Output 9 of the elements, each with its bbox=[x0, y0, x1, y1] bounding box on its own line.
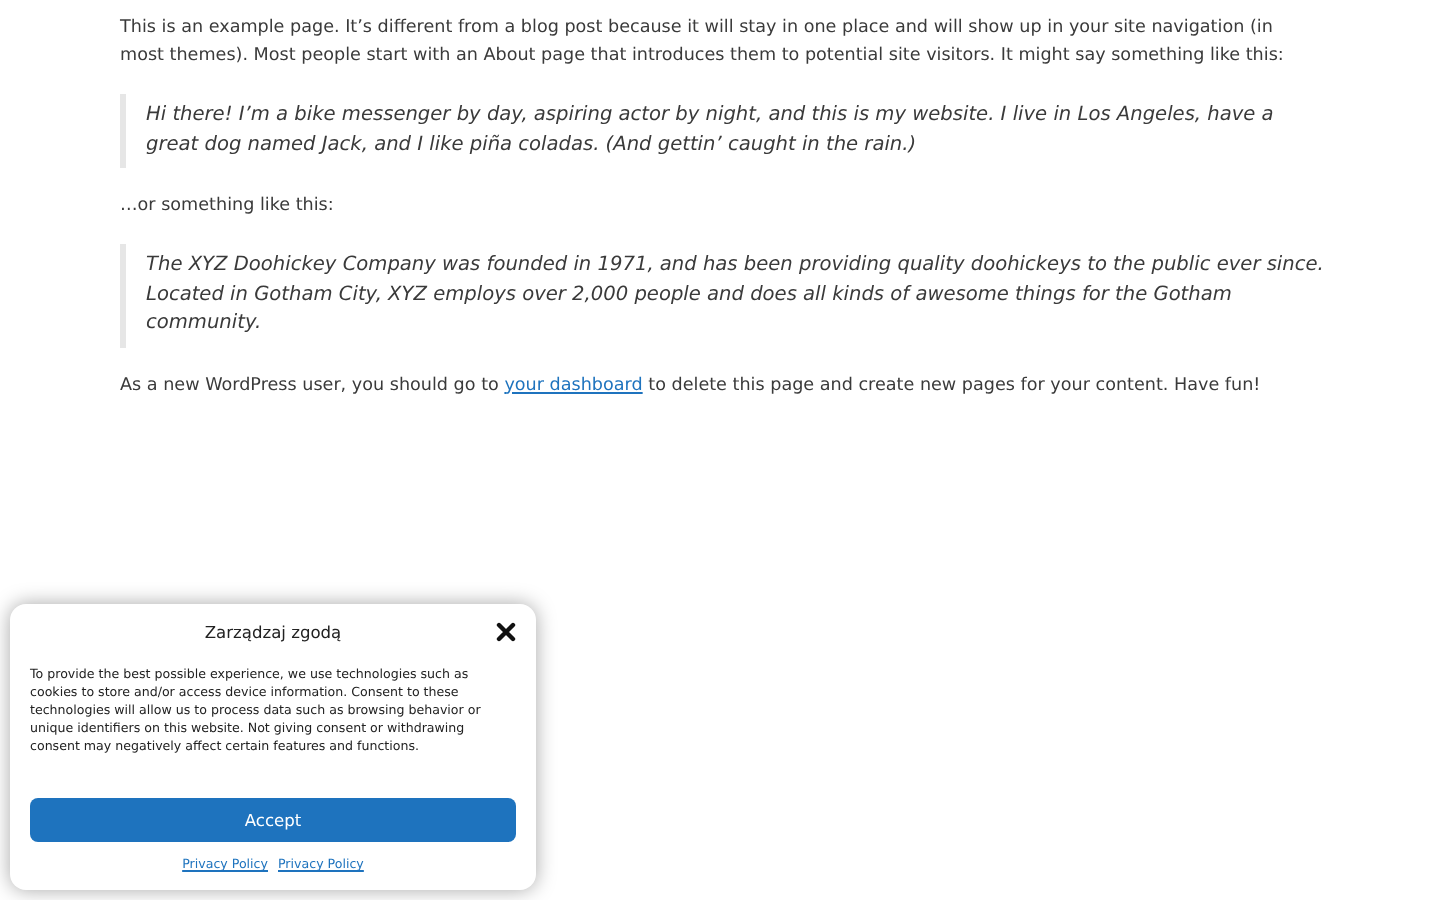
close-icon[interactable] bbox=[496, 622, 516, 642]
quote-text: The XYZ Doohickey Company was founded in 1971, and has been providing quality doohickeys to the public ever since. Located in Gotham City, XYZ employs over 2,000 people and does all kinds of awesome things for the Gotham community. bbox=[146, 252, 1326, 338]
paragraph: This is an example page. It’s different from a blog post because it will stay in one place and will show up in your site navigation (in most themes). Most people start with an About page that introduces them to potential site visitors. It might say something like this: bbox=[120, 16, 1286, 70]
dialog-title: Zarządzaj zgodą bbox=[204, 622, 342, 642]
paragraph: …or something like this: bbox=[120, 194, 336, 220]
paragraph: As a new WordPress user, you should go to your dashboard to delete this page and create new pages for your content. Have fun! bbox=[120, 373, 1263, 399]
dashboard-link[interactable]: your dashboard bbox=[504, 375, 643, 395]
accept-button[interactable]: Accept bbox=[30, 798, 516, 842]
quote-text: Hi there! I’m a bike messenger by day, aspiring actor by night, and this is my website. I live in Los Angeles, have a great dog named Jack, and I like piña coladas. (And gettin’ caught in the rain.) bbox=[146, 102, 1276, 159]
